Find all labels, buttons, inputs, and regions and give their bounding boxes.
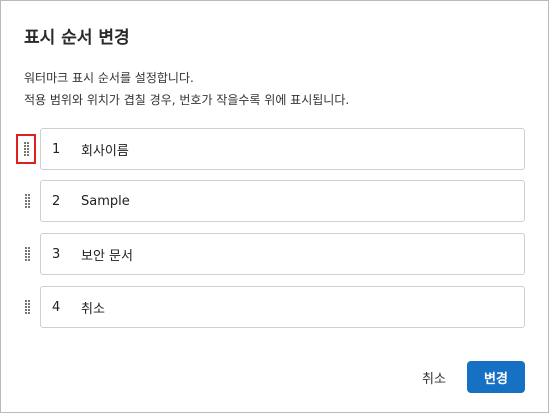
item-label: Sample bbox=[81, 193, 130, 209]
order-list-item: 4 취소 bbox=[19, 286, 525, 328]
dialog-title: 표시 순서 변경 bbox=[24, 28, 130, 48]
order-item-box[interactable]: 1 회사이름 bbox=[40, 128, 525, 170]
description-line-2: 적용 범위와 위치가 겹칠 경우, 번호가 작을수록 위에 표시됩니다. bbox=[24, 93, 350, 107]
order-item-box[interactable]: 2 Sample bbox=[40, 180, 525, 222]
drag-handle-icon bbox=[25, 247, 30, 261]
drag-handle-icon bbox=[23, 142, 29, 156]
item-number: 2 bbox=[52, 193, 61, 209]
order-list-item: 1 회사이름 bbox=[16, 128, 525, 170]
drag-handle[interactable] bbox=[19, 180, 36, 222]
drag-handle-icon bbox=[25, 300, 30, 314]
cancel-button[interactable]: 취소 bbox=[410, 361, 458, 393]
order-list-item: 2 Sample bbox=[19, 180, 525, 222]
dialog-description: 워터마크 표시 순서를 설정합니다. 적용 범위와 위치가 겹칠 경우, 번호가… bbox=[24, 67, 349, 111]
item-number: 4 bbox=[52, 299, 61, 315]
order-item-box[interactable]: 4 취소 bbox=[40, 286, 525, 328]
item-label: 취소 bbox=[81, 301, 105, 317]
change-button[interactable]: 변경 bbox=[467, 361, 525, 393]
item-label: 회사이름 bbox=[81, 143, 129, 159]
reorder-dialog: 표시 순서 변경 워터마크 표시 순서를 설정합니다. 적용 범위와 위치가 겹… bbox=[0, 0, 549, 413]
order-list-item: 3 보안 문서 bbox=[19, 233, 525, 275]
order-item-box[interactable]: 3 보안 문서 bbox=[40, 233, 525, 275]
item-label: 보안 문서 bbox=[81, 248, 133, 264]
drag-handle-icon bbox=[25, 194, 30, 208]
drag-handle[interactable] bbox=[19, 233, 36, 275]
item-number: 1 bbox=[52, 141, 61, 157]
description-line-1: 워터마크 표시 순서를 설정합니다. bbox=[24, 71, 194, 85]
drag-handle[interactable] bbox=[16, 134, 36, 164]
item-number: 3 bbox=[52, 246, 61, 262]
drag-handle[interactable] bbox=[19, 286, 36, 328]
